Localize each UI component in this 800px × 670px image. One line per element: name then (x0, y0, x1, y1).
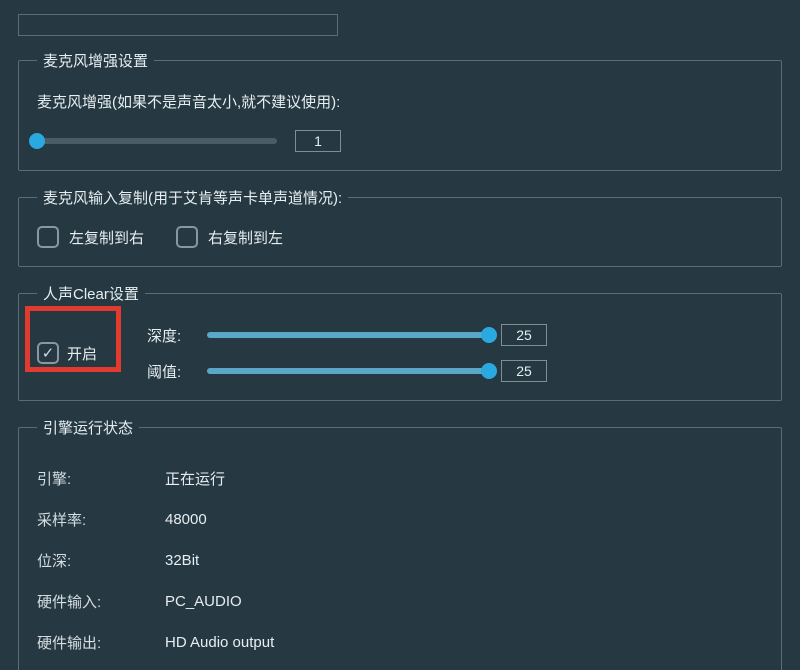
engine-status-group: 引擎运行状态 引擎: 正在运行 采样率: 48000 位深: 32Bit 硬件输… (18, 417, 782, 670)
depth-handle[interactable] (481, 327, 497, 343)
mic-gain-group: 麦克风增强设置 麦克风增强(如果不是声音太小,就不建议使用): 1 (18, 50, 782, 171)
depth-label: 深度: (147, 325, 193, 346)
mic-gain-slider[interactable] (37, 138, 277, 144)
hw-output-label: 硬件输出: (37, 632, 165, 653)
engine-row: 引擎: 正在运行 (37, 458, 763, 499)
bit-depth-row: 位深: 32Bit (37, 540, 763, 581)
voice-clear-group: 人声Clear设置 开启 深度: 25 阈值: 25 (18, 283, 782, 401)
bit-depth-value: 32Bit (165, 552, 199, 569)
mic-dup-legend: 麦克风输入复制(用于艾肯等声卡单声道情况): (37, 187, 348, 208)
threshold-slider[interactable] (207, 368, 487, 374)
mic-gain-legend: 麦克风增强设置 (37, 50, 154, 71)
hw-input-value: PC_AUDIO (165, 593, 242, 610)
engine-value: 正在运行 (165, 468, 225, 489)
sample-rate-row: 采样率: 48000 (37, 499, 763, 540)
mic-gain-value[interactable]: 1 (295, 130, 341, 152)
hw-output-row: 硬件输出: HD Audio output (37, 622, 763, 663)
sample-rate-value: 48000 (165, 511, 207, 528)
voice-clear-enable-checkbox[interactable] (37, 342, 59, 364)
depth-slider[interactable] (207, 332, 487, 338)
engine-status-legend: 引擎运行状态 (37, 417, 139, 438)
threshold-label: 阈值: (147, 361, 193, 382)
bit-depth-label: 位深: (37, 550, 165, 571)
hw-input-row: 硬件输入: PC_AUDIO (37, 581, 763, 622)
mic-dup-group: 麦克风输入复制(用于艾肯等声卡单声道情况): 左复制到右 右复制到左 (18, 187, 782, 267)
threshold-value[interactable]: 25 (501, 360, 547, 382)
left-to-right-checkbox[interactable]: 左复制到右 (37, 226, 144, 248)
left-to-right-label: 左复制到右 (69, 227, 144, 248)
mic-gain-handle[interactable] (29, 133, 45, 149)
hw-output-value: HD Audio output (165, 634, 274, 651)
right-to-left-label: 右复制到左 (208, 227, 283, 248)
sample-rate-label: 采样率: (37, 509, 165, 530)
checkbox-box[interactable] (176, 226, 198, 248)
mic-gain-label: 麦克风增强(如果不是声音太小,就不建议使用): (37, 91, 763, 112)
depth-value[interactable]: 25 (501, 324, 547, 346)
checkbox-box[interactable] (37, 226, 59, 248)
truncated-box (18, 14, 338, 36)
voice-clear-legend: 人声Clear设置 (37, 283, 145, 304)
voice-clear-enable-label: 开启 (67, 343, 97, 364)
right-to-left-checkbox[interactable]: 右复制到左 (176, 226, 283, 248)
threshold-handle[interactable] (481, 363, 497, 379)
engine-label: 引擎: (37, 468, 165, 489)
hw-input-label: 硬件输入: (37, 591, 165, 612)
